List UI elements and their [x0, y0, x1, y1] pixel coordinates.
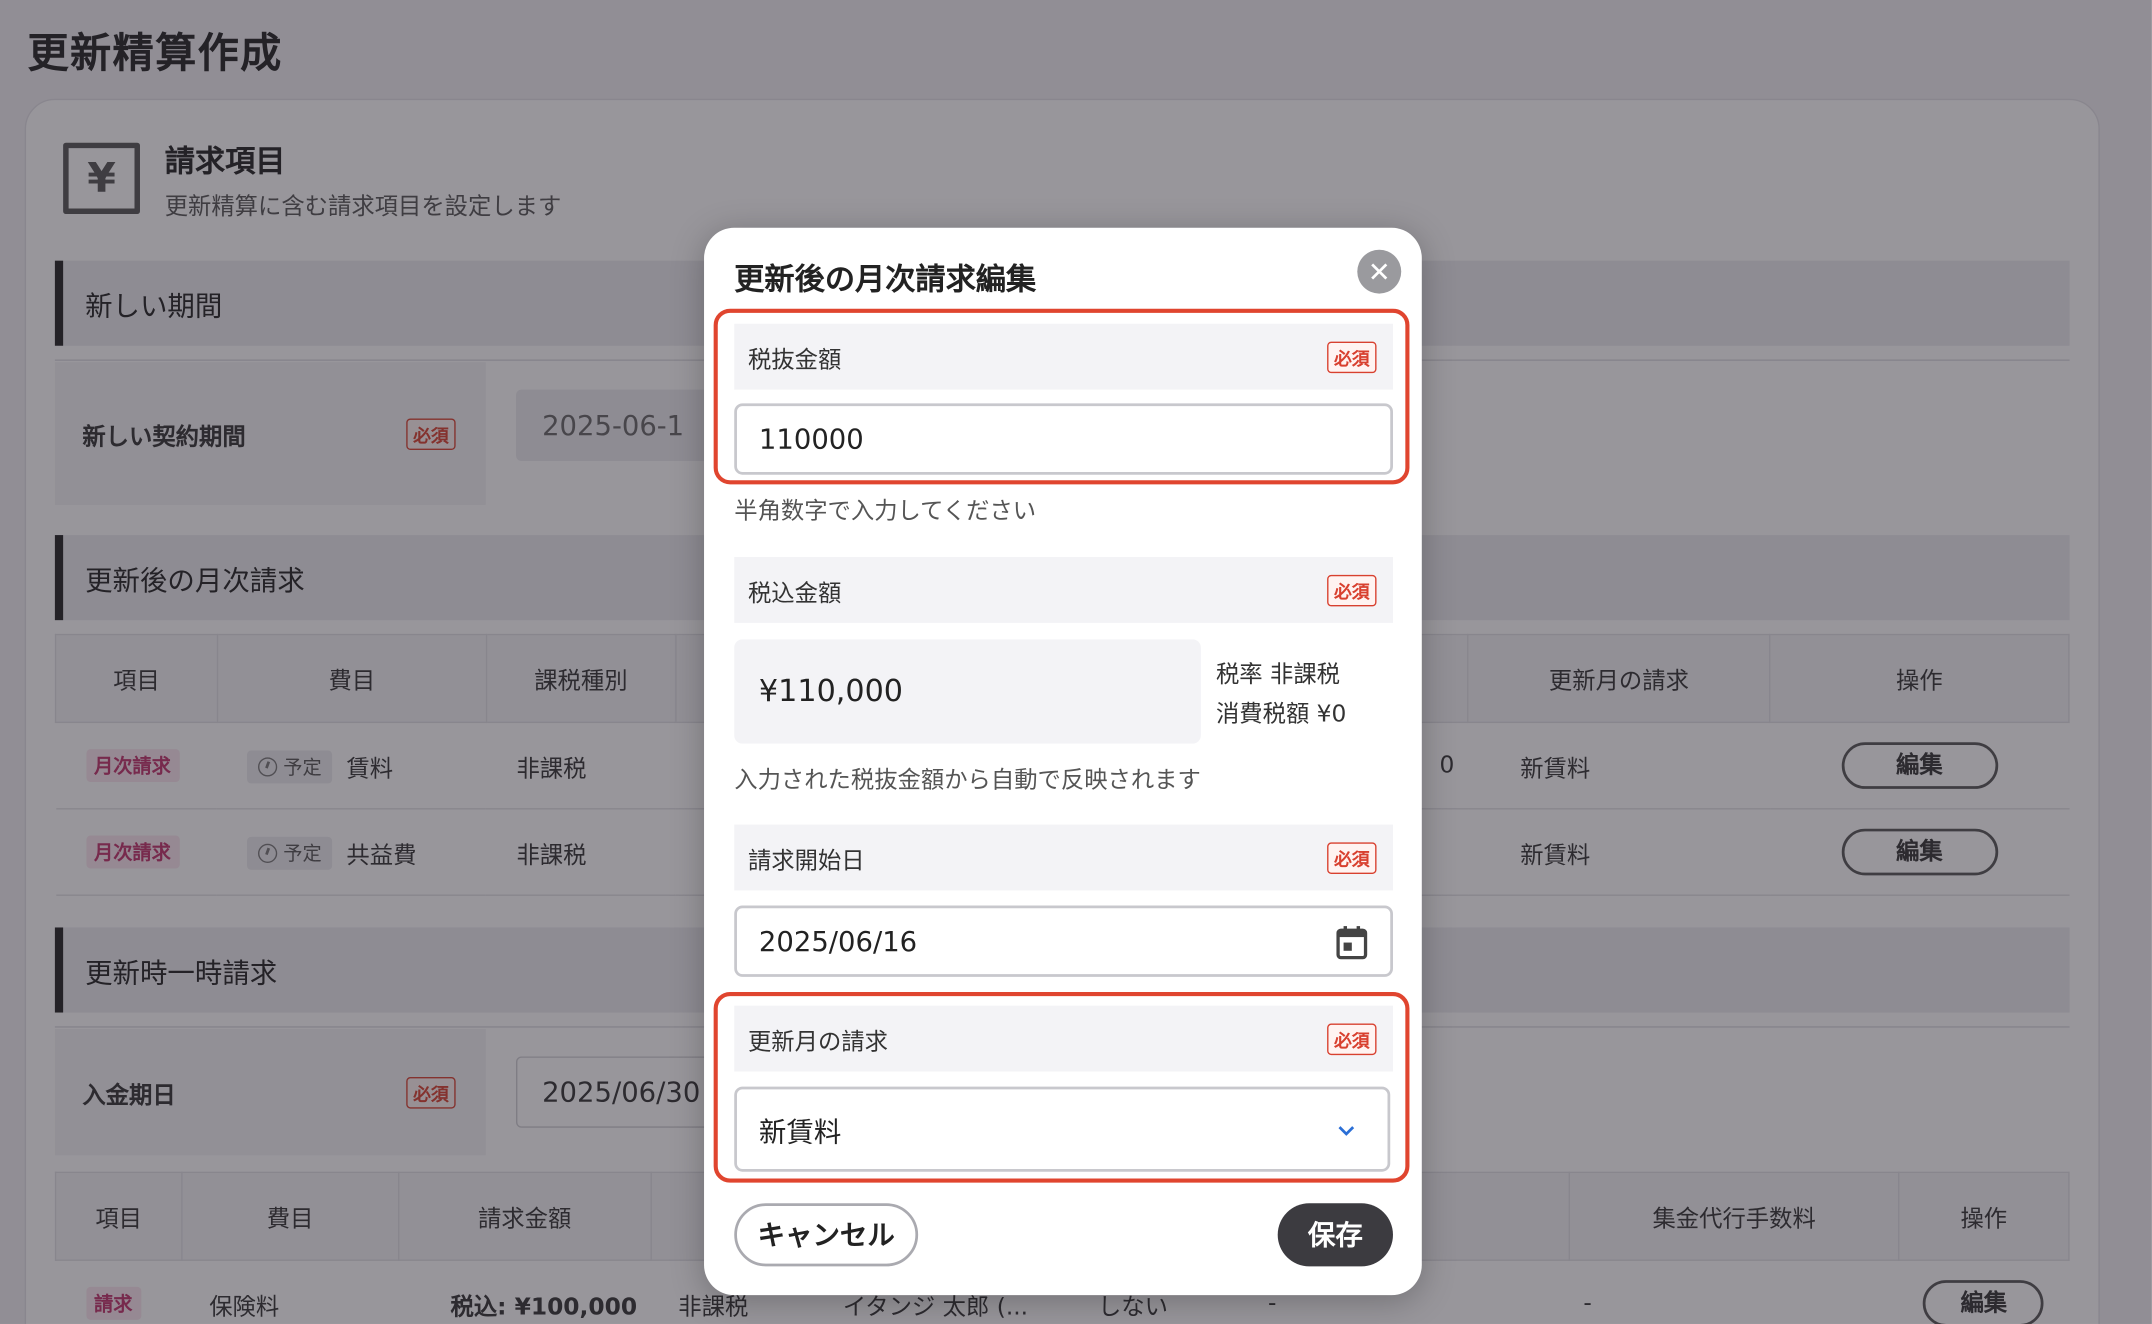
- start-date-label: 請求開始日 必須: [734, 824, 1393, 891]
- taxin-hint: 入力された税抜金額から自動で反映されます: [734, 766, 1201, 795]
- page-root: 更新精算作成 ¥ 請求項目 更新精算に含む請求項目を設定します 新しい期間 新し…: [0, 0, 2152, 1324]
- tax-amount: 消費税額 ¥0: [1215, 701, 1347, 729]
- required-badge: 必須: [1327, 841, 1377, 874]
- taxin-amount-display: ¥110,000: [734, 639, 1201, 744]
- monthly-edit-modal: 更新後の月次請求編集 ✕ 税抜金額 必須 110000 半角数字で入力してくださ…: [704, 227, 1422, 1296]
- pretax-hint: 半角数字で入力してください: [734, 498, 1037, 526]
- save-button[interactable]: 保存: [1277, 1203, 1393, 1267]
- required-badge: 必須: [1327, 574, 1377, 606]
- modal-title: 更新後の月次請求編集: [734, 263, 1037, 298]
- tax-rate: 税率 非課税: [1215, 661, 1341, 689]
- start-date-value: 2025/06/16: [758, 924, 918, 958]
- highlight-frame: [713, 308, 1410, 485]
- cancel-button[interactable]: キャンセル: [734, 1203, 919, 1267]
- taxin-label: 税込金額 必須: [734, 557, 1393, 623]
- highlight-frame: [713, 991, 1410, 1183]
- start-date-input[interactable]: 2025/06/16: [734, 905, 1393, 977]
- calendar-icon[interactable]: [1335, 925, 1368, 961]
- start-date-label-text: 請求開始日: [747, 847, 865, 875]
- taxin-label-text: 税込金額: [747, 579, 842, 608]
- close-icon[interactable]: ✕: [1357, 249, 1402, 294]
